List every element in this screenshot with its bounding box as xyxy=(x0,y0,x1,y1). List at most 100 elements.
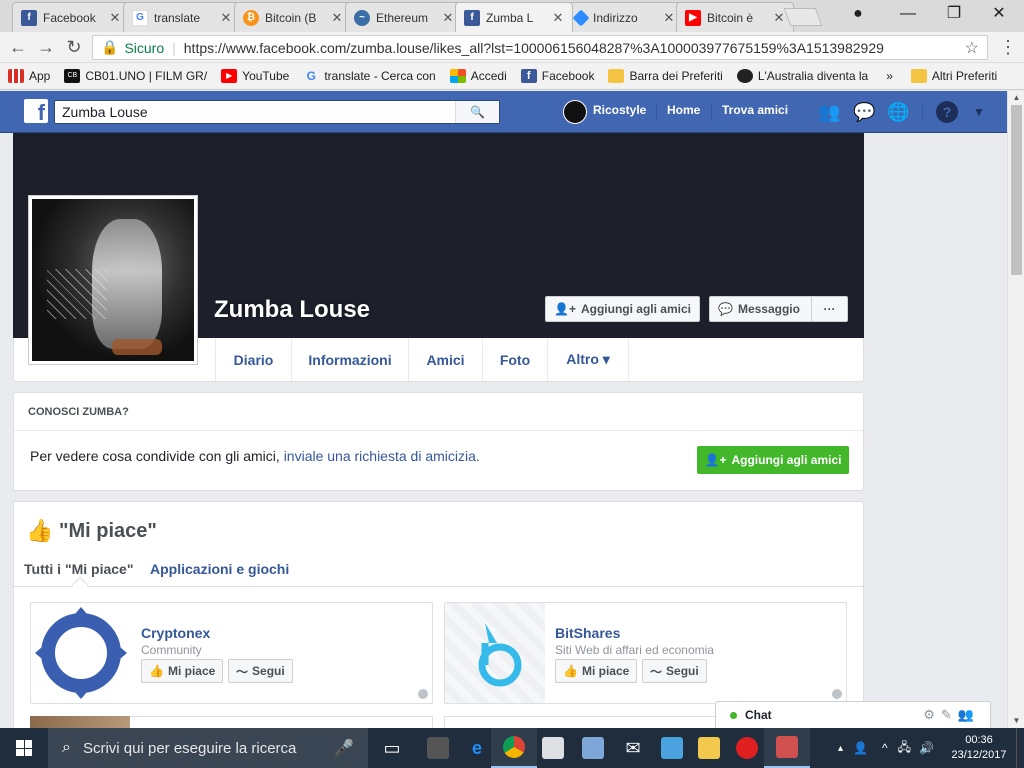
menu-icon[interactable]: ⋮ xyxy=(996,36,1020,58)
search-icon[interactable]: 🔍 xyxy=(455,101,499,123)
more-options-button[interactable]: ··· xyxy=(811,296,848,322)
tab-all-likes[interactable]: Tutti i "Mi piace" xyxy=(24,561,133,577)
bookmarks-overflow-button[interactable]: » xyxy=(886,69,893,83)
tab-label: Bitcoin è xyxy=(707,10,754,25)
tab-photos[interactable]: Foto xyxy=(482,338,547,381)
network-icon[interactable]: 🖧 xyxy=(898,738,911,759)
follow-button[interactable]: 〜 Segui xyxy=(642,659,707,683)
google-icon: G xyxy=(306,69,316,83)
browser-tab[interactable]: f Facebook ✕ xyxy=(12,2,130,32)
tab-label: Ethereum xyxy=(376,10,429,25)
bookmark-item[interactable]: Gtranslate - Cerca con xyxy=(303,69,436,83)
tab-timeline[interactable]: Diario xyxy=(215,338,291,381)
bookmark-item[interactable]: f Facebook xyxy=(520,69,594,83)
restore-icon[interactable]: ❐ xyxy=(939,2,969,26)
page-thumbnail[interactable] xyxy=(445,603,545,703)
forward-icon[interactable]: → xyxy=(34,36,58,58)
new-tab-button[interactable] xyxy=(783,8,823,26)
bookmark-item[interactable]: ▶ YouTube xyxy=(221,69,289,83)
microphone-icon[interactable]: 🎤 xyxy=(334,738,354,758)
bookmark-item[interactable]: CB CB01.UNO | FILM GR/ xyxy=(64,69,207,83)
chat-bar[interactable]: Chat ⚙✎👥 xyxy=(715,701,991,728)
clock[interactable]: 00:36 23/12/2017 xyxy=(942,733,1016,763)
page-name-link[interactable]: BitShares xyxy=(555,625,620,641)
scrollbar[interactable]: ▲ ▼ xyxy=(1007,91,1024,728)
people-icon[interactable]: 👤 xyxy=(853,741,868,755)
page-thumbnail[interactable] xyxy=(31,603,131,703)
show-desktop-button[interactable] xyxy=(1016,728,1024,768)
home-link[interactable]: Home xyxy=(667,103,700,117)
bookmark-label: translate - Cerca con xyxy=(324,69,436,83)
profile-name[interactable]: Zumba Louse xyxy=(214,296,370,324)
tab-about[interactable]: Informazioni xyxy=(291,338,408,381)
chevron-up-icon[interactable]: ^ xyxy=(882,741,888,755)
message-button[interactable]: 💬 Messaggio xyxy=(709,296,812,322)
browser-tab[interactable]: Indirizzo ✕ xyxy=(566,2,684,32)
app-icon[interactable] xyxy=(764,728,810,768)
close-icon[interactable]: ✕ xyxy=(109,10,121,26)
button-label: Mi piace xyxy=(581,664,630,678)
url-bar[interactable]: 🔒 Sicuro | https://www.facebook.com/zumb… xyxy=(92,35,988,60)
bookmark-item[interactable]: Accedi xyxy=(449,69,507,83)
facebook-logo-icon[interactable]: f xyxy=(24,99,48,123)
close-icon[interactable]: ✕ xyxy=(220,10,232,26)
tab-friends[interactable]: Amici xyxy=(408,338,482,381)
windows-taskbar: ⌕ Scrivi qui per eseguire la ricerca 🎤 ▭… xyxy=(0,728,1024,768)
notifications-globe-icon[interactable]: 🌐 xyxy=(887,101,909,123)
browser-tab[interactable]: G translate ✕ xyxy=(123,2,241,32)
messenger-icon[interactable]: 💬 xyxy=(853,101,875,123)
secure-label: Sicuro xyxy=(124,39,165,56)
scroll-down-icon[interactable]: ▼ xyxy=(1008,714,1024,728)
period: . xyxy=(475,448,480,464)
bookmark-item[interactable]: App xyxy=(8,69,50,83)
help-icon[interactable]: ? xyxy=(936,101,958,123)
browser-tab-active[interactable]: f Zumba L ✕ xyxy=(455,2,573,32)
close-icon[interactable]: ✕ xyxy=(552,10,564,26)
like-button[interactable]: 👍 Mi piace xyxy=(555,659,638,683)
reload-icon[interactable]: ↻ xyxy=(62,36,86,58)
send-request-link[interactable]: inviale una richiesta di amicizia xyxy=(284,448,476,464)
avatar[interactable] xyxy=(563,100,587,124)
volume-icon[interactable]: 🔊 xyxy=(919,741,934,755)
url-separator: | xyxy=(172,39,176,56)
close-window-icon[interactable]: ✕ xyxy=(984,2,1014,26)
add-friend-button[interactable]: 👤+ Aggiungi agli amici xyxy=(545,296,700,322)
browser-tab[interactable]: ₿ Bitcoin (B ✕ xyxy=(234,2,352,32)
tab-more[interactable]: Altro ▾ xyxy=(547,338,629,381)
chat-options-icons[interactable]: ⚙✎👥 xyxy=(923,707,980,723)
browser-tab[interactable]: ▶ Bitcoin è ✕ xyxy=(676,2,794,32)
taskbar-search[interactable]: ⌕ Scrivi qui per eseguire la ricerca 🎤 xyxy=(48,728,368,768)
system-tray: ▴ 👤 ^ 🖧 🔊 00:36 23/12/2017 xyxy=(838,728,1024,768)
friend-requests-icon[interactable]: 👥 xyxy=(818,101,840,123)
chevron-down-icon[interactable]: ▼ xyxy=(968,101,990,123)
close-icon[interactable]: ✕ xyxy=(663,10,675,26)
button-label: Mi piace xyxy=(167,664,216,678)
profile-icon[interactable]: ● xyxy=(843,2,873,26)
search-input[interactable] xyxy=(55,101,455,123)
bookmark-star-icon[interactable]: ☆ xyxy=(965,38,979,58)
profile-link[interactable]: Ricostyle xyxy=(593,103,646,117)
back-icon[interactable]: ← xyxy=(6,36,30,58)
scroll-up-icon[interactable]: ▲ xyxy=(1008,91,1024,105)
scroll-tray-icon[interactable]: ▴ xyxy=(838,743,843,754)
tab-apps-games[interactable]: Applicazioni e giochi xyxy=(150,561,289,577)
minimize-icon[interactable]: — xyxy=(893,2,923,26)
browser-tab[interactable]: ~ Ethereum ✕ xyxy=(345,2,463,32)
close-icon[interactable]: ✕ xyxy=(442,10,454,26)
close-icon[interactable]: ✕ xyxy=(773,10,785,26)
profile-picture[interactable] xyxy=(28,195,198,365)
scrollbar-thumb[interactable] xyxy=(1011,105,1022,275)
bookmark-item[interactable]: L'Australia diventa la xyxy=(736,69,868,83)
add-friend-button-green[interactable]: 👤+ Aggiungi agli amici xyxy=(697,446,849,474)
task-view-icon[interactable]: ▭ xyxy=(369,728,415,768)
start-button[interactable] xyxy=(0,728,48,768)
follow-button[interactable]: 〜 Segui xyxy=(228,659,293,683)
page-name-link[interactable]: Cryptonex xyxy=(141,625,210,641)
bookmark-item[interactable]: Barra dei Preferiti xyxy=(608,69,723,83)
close-icon[interactable]: ✕ xyxy=(331,10,343,26)
like-button[interactable]: 👍 Mi piace xyxy=(141,659,224,683)
page-category: Siti Web di affari ed economia xyxy=(555,643,714,657)
find-friends-link[interactable]: Trova amici xyxy=(722,103,788,117)
url-text[interactable]: https://www.facebook.com/zumba.louse/lik… xyxy=(184,40,965,56)
bookmark-item[interactable]: Altri Preferiti xyxy=(910,69,997,83)
